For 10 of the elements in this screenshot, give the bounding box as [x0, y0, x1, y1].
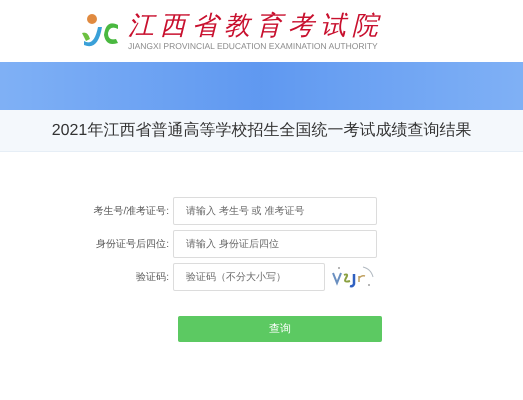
field-label: 考生号/准考证号: [92, 204, 170, 218]
input-field[interactable]: 请输入 身份证后四位 [173, 230, 377, 258]
captcha-field[interactable]: 验证码（不分大小写） [173, 263, 325, 291]
page-title: 2021年江西省普通高等学校招生全国统一考试成绩查询结果 [52, 120, 472, 140]
field-label: 身份证号后四位: [95, 238, 170, 252]
org-name-english: JIANGXI PROVINCIAL EDUCATION EXAMINATION AUTHORITY [128, 41, 379, 51]
org-name: 江西省教育考试院 [128, 11, 384, 41]
field-label: 验证码: [135, 270, 170, 284]
input-field[interactable]: 请输入 考生号 或 准考证号 [173, 197, 377, 225]
query-button[interactable]: 查询 [178, 316, 382, 342]
